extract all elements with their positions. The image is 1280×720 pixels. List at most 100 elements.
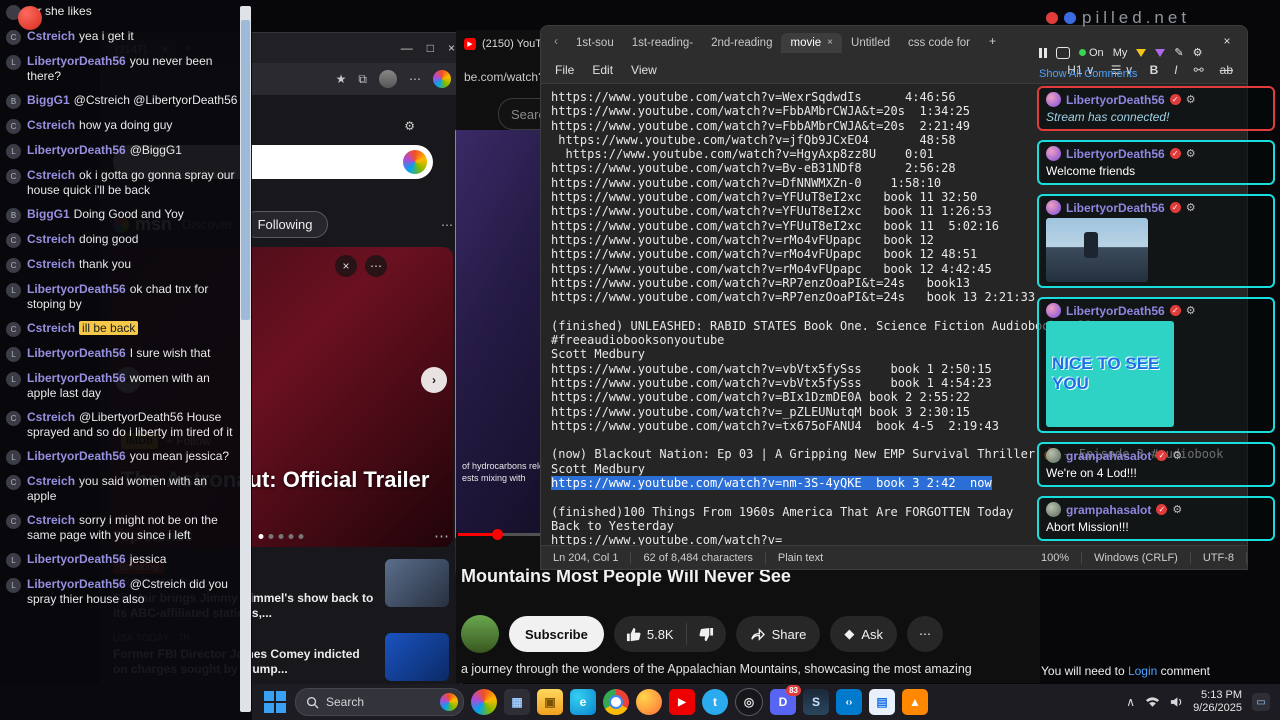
avatar: L	[6, 578, 21, 593]
taskbar-app-icon[interactable]: ◎	[735, 688, 763, 716]
hero-close-icon[interactable]: ×	[335, 255, 357, 277]
chat-message: C Cstreich thank you	[6, 257, 238, 273]
collections-icon[interactable]: ⧉	[358, 72, 367, 87]
taskbar-search[interactable]: Search	[295, 688, 464, 716]
chat-image-boat[interactable]	[1046, 218, 1148, 282]
on-toggle[interactable]: On	[1079, 47, 1104, 59]
editor-tab[interactable]: css code for ×	[899, 33, 979, 53]
address-bar-url[interactable]: be.com/watch?	[464, 70, 545, 84]
chat-username[interactable]: LibertyorDeath56	[27, 346, 126, 360]
chat-bubble-icon[interactable]	[1056, 46, 1070, 59]
minimize-icon[interactable]: —	[401, 41, 413, 55]
pause-icon[interactable]	[1039, 47, 1047, 58]
chat-username[interactable]: LibertyorDeath56	[27, 54, 126, 68]
message-gear-icon[interactable]: ⚙	[1186, 201, 1196, 214]
chat-username[interactable]: Cstreich	[27, 474, 75, 488]
settings-gear-icon[interactable]: ⚙	[404, 119, 415, 133]
nav-following[interactable]: Following	[242, 211, 328, 238]
hero-more-icon[interactable]: ⋯	[365, 255, 387, 277]
taskbar-app-icon[interactable]	[471, 689, 497, 715]
show-all-comments-link[interactable]: Show All Comments	[1039, 68, 1137, 80]
taskbar-app-icon[interactable]: t	[702, 689, 728, 715]
new-tab-icon[interactable]: +	[981, 34, 1004, 48]
avatar	[1046, 502, 1061, 517]
taskbar-app-icon[interactable]: ▦	[504, 689, 530, 715]
feed-more-icon[interactable]: ⋯	[441, 218, 453, 232]
chat-username[interactable]: BiggG1	[27, 207, 70, 221]
chat-username[interactable]: LibertyorDeath56	[27, 552, 126, 566]
editor-tab[interactable]: 1st-sou ×	[567, 33, 623, 53]
edit-pencil-icon[interactable]: ✎	[1174, 46, 1183, 59]
chat-username[interactable]: Cstreich	[27, 513, 75, 527]
progress-knob[interactable]	[492, 529, 503, 540]
pilled-stream-logo-icon	[18, 6, 42, 30]
tab-scroll-left-icon[interactable]: ‹	[547, 34, 565, 48]
taskbar-app-icon[interactable]: ▶	[669, 689, 695, 715]
my-filter[interactable]: My	[1113, 47, 1128, 59]
editor-tab[interactable]: 2nd-reading ×	[702, 33, 781, 53]
chat-username[interactable]: Cstreich	[27, 29, 75, 43]
menu-view[interactable]: View	[631, 63, 657, 77]
chat-username[interactable]: Cstreich	[27, 232, 75, 246]
message-gear-icon[interactable]: ⚙	[1186, 93, 1196, 106]
more-menu-icon[interactable]: ⋯	[409, 72, 421, 86]
video-more-icon[interactable]: ⋯	[906, 616, 943, 652]
filter-purple-icon[interactable]	[1155, 48, 1166, 57]
share-button[interactable]: Share	[735, 616, 821, 652]
menu-edit[interactable]: Edit	[592, 63, 613, 77]
editor-tab[interactable]: movie ×	[781, 32, 843, 53]
carousel-next-icon[interactable]: ›	[421, 367, 447, 393]
favorites-star-icon[interactable]: ★	[336, 72, 347, 86]
taskbar-app-icon[interactable]	[636, 689, 662, 715]
chat-username[interactable]: LibertyorDeath56	[27, 143, 126, 157]
ask-button[interactable]: ◆ Ask	[830, 616, 897, 652]
chat-settings-gear-icon[interactable]: ⚙	[1193, 46, 1203, 59]
maximize-icon[interactable]: □	[427, 41, 434, 55]
copilot-icon[interactable]	[433, 70, 451, 88]
top-stories-more-icon[interactable]: ⋯	[434, 527, 449, 545]
message-gear-icon[interactable]: ⚙	[1172, 449, 1182, 462]
chat-username[interactable]: Cstreich	[27, 321, 75, 335]
taskbar-app-icon[interactable]	[603, 689, 629, 715]
like-button[interactable]: 5.8K	[614, 616, 686, 652]
filter-yellow-icon[interactable]	[1136, 48, 1147, 57]
close-tab-icon[interactable]: ×	[827, 37, 833, 48]
editor-tab[interactable]: Untitled ×	[842, 33, 899, 53]
chat-username[interactable]: Cstreich	[27, 168, 75, 182]
chat-message: C Cstreich ok i gotta go gonna spray our …	[6, 168, 238, 198]
chat-toolbar: On My ✎ ⚙	[1039, 46, 1202, 59]
taskbar-app-icon[interactable]: ▤	[869, 689, 895, 715]
chat-username[interactable]: LibertyorDeath56	[27, 577, 126, 591]
avatar	[1046, 448, 1061, 463]
chat-image-nice-to-see-you[interactable]: NICE TO SEE YOU	[1046, 321, 1174, 427]
taskbar-app-icon[interactable]: D 83	[770, 685, 801, 715]
close-window-icon[interactable]: ×	[448, 41, 455, 55]
start-button[interactable]	[262, 689, 288, 715]
chat-username[interactable]: LibertyorDeath56	[27, 282, 126, 296]
taskbar-app-icon[interactable]: ‹›	[836, 689, 862, 715]
chat-message: LibertyorDeath56 ✓ ⚙ Stream has connecte…	[1037, 86, 1275, 131]
taskbar-app-icon[interactable]: e	[570, 689, 596, 715]
chat-username[interactable]: Cstreich	[27, 118, 75, 132]
profile-avatar[interactable]	[379, 70, 397, 88]
chat-username[interactable]: LibertyorDeath56	[27, 371, 126, 385]
message-gear-icon[interactable]: ⚙	[1186, 304, 1196, 317]
selected-text[interactable]: https://www.youtube.com/watch?v=nm-3S-4y…	[551, 476, 992, 491]
dislike-button[interactable]	[687, 616, 726, 652]
menu-file[interactable]: File	[555, 63, 574, 77]
taskbar-app-icon[interactable]: ▣	[537, 689, 563, 715]
subscribe-button[interactable]: Subscribe	[509, 616, 604, 652]
chat-scrollbar[interactable]	[240, 6, 251, 712]
login-link[interactable]: Login	[1128, 664, 1157, 678]
chat-username[interactable]: Cstreich	[27, 257, 75, 271]
message-gear-icon[interactable]: ⚙	[1172, 503, 1182, 516]
editor-tab[interactable]: 1st-reading- ×	[623, 33, 702, 53]
chat-username[interactable]: LibertyorDeath56	[27, 449, 126, 463]
chat-username[interactable]: BiggG1	[27, 93, 70, 107]
taskbar-app-icon[interactable]: ▲	[902, 689, 928, 715]
channel-avatar[interactable]	[461, 615, 499, 653]
taskbar-app-icon[interactable]: S	[803, 689, 829, 715]
video-description[interactable]: a journey through the wonders of the App…	[461, 662, 1031, 676]
chat-username[interactable]: Cstreich	[27, 410, 75, 424]
message-gear-icon[interactable]: ⚙	[1186, 147, 1196, 160]
